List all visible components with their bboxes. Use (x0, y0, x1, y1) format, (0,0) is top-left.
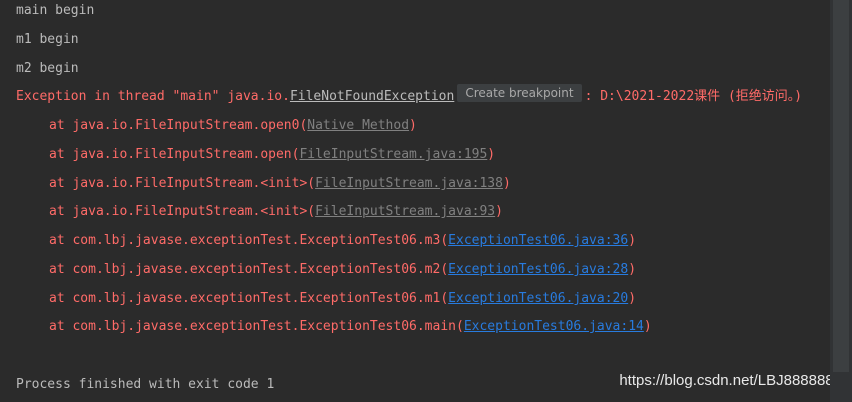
stack-frame-end: ) (487, 147, 496, 162)
stack-frame-text: at com.lbj.javase.exceptionTest.Exceptio… (49, 262, 449, 277)
vertical-scrollbar[interactable] (830, 0, 852, 402)
output-line: m2 begin (16, 61, 79, 76)
stack-frame-end: ) (502, 176, 511, 191)
stack-frame-link[interactable]: FileInputStream.java:93 (315, 204, 495, 219)
stack-frame-link[interactable]: FileInputStream.java:138 (315, 176, 503, 191)
stack-frame-link[interactable]: ExceptionTest06.java:36 (448, 233, 628, 248)
stack-frame-end: ) (643, 319, 652, 334)
exception-line: Exception in thread "main" java.io.FileN… (16, 84, 803, 107)
stack-frame-text: at com.lbj.javase.exceptionTest.Exceptio… (49, 291, 449, 306)
stack-frame-text: at java.io.FileInputStream.open( (49, 147, 300, 162)
stack-frame: at java.io.FileInputStream.open0(Native … (49, 116, 417, 136)
stack-frame: at com.lbj.javase.exceptionTest.Exceptio… (49, 231, 636, 251)
stack-frame-end: ) (628, 291, 637, 306)
stack-frame-end: ) (628, 262, 637, 277)
stack-frame: at java.io.FileInputStream.<init>(FileIn… (49, 202, 503, 222)
console-output: main begin m1 begin m2 begin Exception i… (0, 0, 852, 402)
stack-frame-link[interactable]: ExceptionTest06.java:20 (448, 291, 628, 306)
exception-message: : D:\2021-2022课件 (拒绝访问。) (584, 89, 803, 104)
output-line: m1 begin (16, 32, 79, 47)
stack-frame: at java.io.FileInputStream.open(FileInpu… (49, 145, 495, 165)
stack-frame-text: at java.io.FileInputStream.<init>( (49, 176, 316, 191)
stack-frame-link[interactable]: Native Method (307, 118, 409, 133)
stack-frame-link[interactable]: FileInputStream.java:195 (299, 147, 487, 162)
exception-prefix: Exception in thread "main" java.io. (16, 89, 290, 104)
stack-frame: at com.lbj.javase.exceptionTest.Exceptio… (49, 317, 652, 337)
stack-frame-link[interactable]: ExceptionTest06.java:14 (464, 319, 644, 334)
stack-frame: at com.lbj.javase.exceptionTest.Exceptio… (49, 289, 636, 309)
stack-frame-text: at java.io.FileInputStream.<init>( (49, 204, 316, 219)
stack-frame-end: ) (409, 118, 417, 133)
stack-frame-link[interactable]: ExceptionTest06.java:28 (448, 262, 628, 277)
create-breakpoint-tooltip[interactable]: Create breakpoint (457, 84, 582, 102)
stack-frame: at java.io.FileInputStream.<init>(FileIn… (49, 174, 511, 194)
stack-frame-text: at java.io.FileInputStream.open0( (49, 118, 308, 133)
scrollbar-thumb[interactable] (833, 0, 849, 372)
stack-frame-text: at com.lbj.javase.exceptionTest.Exceptio… (49, 319, 464, 334)
watermark: https://blog.csdn.net/LBJ8888888 (619, 372, 842, 389)
stack-frame-end: ) (628, 233, 637, 248)
stack-frame-text: at com.lbj.javase.exceptionTest.Exceptio… (49, 233, 449, 248)
stack-frame-end: ) (495, 204, 503, 219)
stack-frame: at com.lbj.javase.exceptionTest.Exceptio… (49, 260, 636, 280)
exception-class-link[interactable]: FileNotFoundException (290, 89, 454, 104)
output-line: main begin (16, 3, 95, 18)
exit-message: Process finished with exit code 1 (16, 377, 275, 392)
